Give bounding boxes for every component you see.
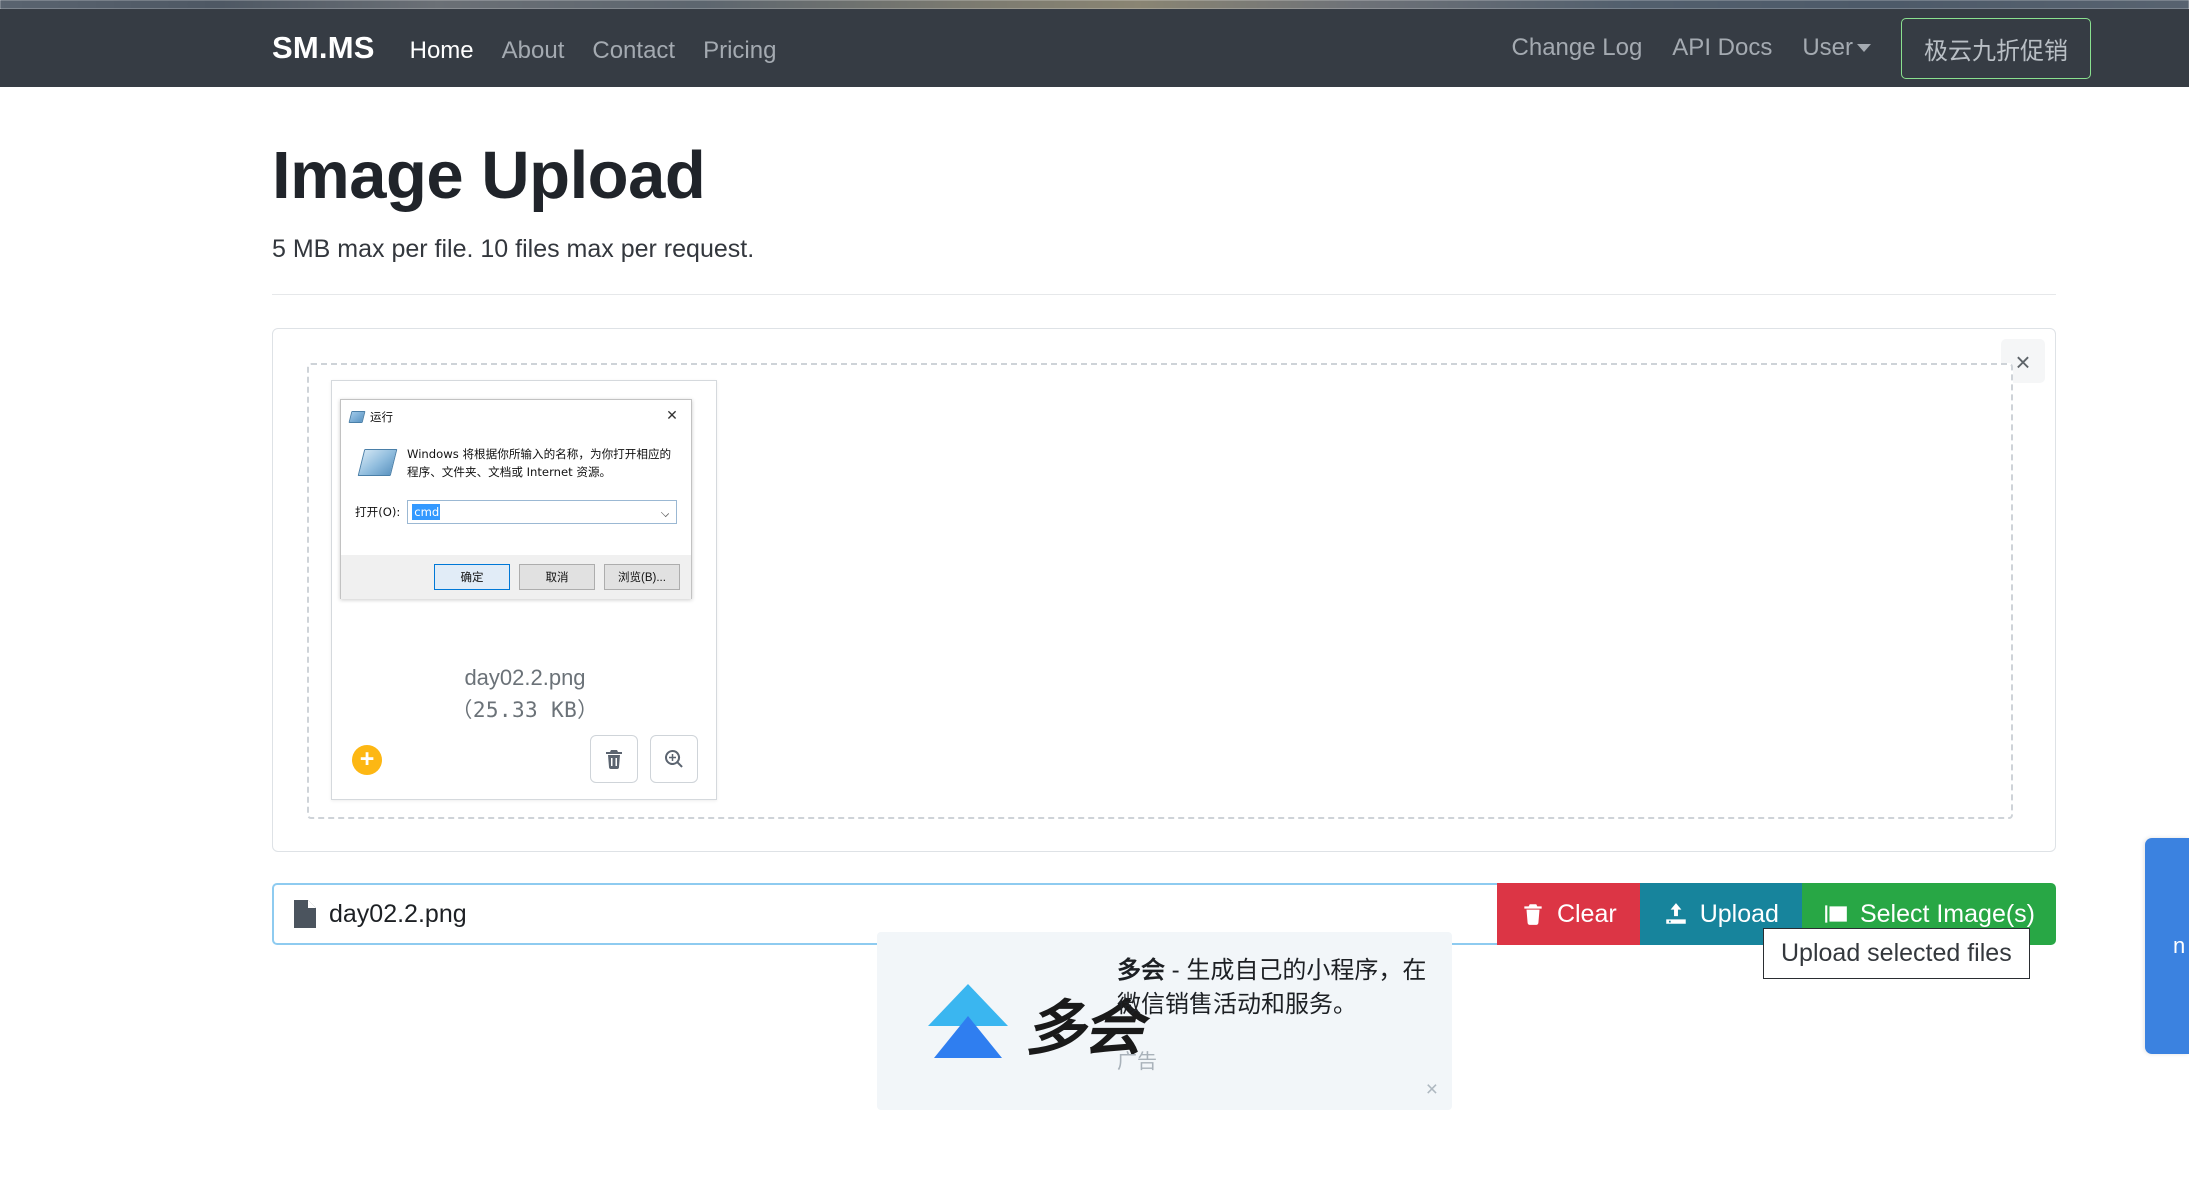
run-app-icon xyxy=(348,410,366,423)
dialog-message: Windows 将根据你所输入的名称，为你打开相应的程序、文件夹、文档或 Int… xyxy=(407,447,672,479)
image-icon xyxy=(1825,905,1847,923)
dialog-ok-button: 确定 xyxy=(434,564,510,590)
nav-user-label: User xyxy=(1802,34,1853,61)
dialog-browse-button: 浏览(B)... xyxy=(604,564,680,590)
page-subtitle: 5 MB max per file. 10 files max per requ… xyxy=(272,235,755,263)
dialog-open-row: 打开(O): cmd xyxy=(355,499,677,524)
dialog-open-label: 打开(O): xyxy=(355,504,401,519)
dropzone[interactable]: 运行 ✕ Windows 将根据你所输入的名称，为你打开相应的程序、文件夹、文档… xyxy=(307,363,2013,819)
upload-icon xyxy=(1665,903,1686,924)
trash-icon xyxy=(606,750,622,769)
nav-link-home[interactable]: Home xyxy=(410,37,474,65)
nav-link-about[interactable]: About xyxy=(502,37,565,65)
ad-brand: 多会 xyxy=(1117,957,1165,984)
dialog-open-value: cmd xyxy=(412,503,441,520)
ad-close-icon[interactable]: × xyxy=(1426,1078,1438,1102)
thumbnail-file-name: day02.2.png xyxy=(464,665,586,690)
nav-link-contact[interactable]: Contact xyxy=(592,37,675,65)
thumbnail-card[interactable]: 运行 ✕ Windows 将根据你所输入的名称，为你打开相应的程序、文件夹、文档… xyxy=(331,380,717,800)
side-tab[interactable]: n xyxy=(2145,838,2189,1054)
chevron-down-icon xyxy=(1857,44,1871,52)
nav-link-change-log[interactable]: Change Log xyxy=(1512,34,1643,62)
duohui-logo-icon xyxy=(928,984,1008,1058)
ad-label: 广告 xyxy=(1117,1051,1157,1073)
upload-button-label: Upload xyxy=(1699,899,1779,928)
dialog-close-icon: ✕ xyxy=(666,408,678,424)
dialog-cancel-button: 取消 xyxy=(519,564,595,590)
browser-top-strip xyxy=(0,0,2189,9)
page-title: Image Upload xyxy=(272,138,706,213)
delete-file-button[interactable] xyxy=(590,735,638,783)
dialog-open-combobox: cmd xyxy=(407,499,677,524)
promo-button[interactable]: 极云九折促销 xyxy=(1901,17,2091,79)
thumbnail-file-size: （25.33 KB） xyxy=(451,698,599,722)
divider xyxy=(272,294,2056,295)
navbar-right-group: Change Log API Docs User 极云九折促销 xyxy=(1512,17,2091,79)
nav-link-pricing[interactable]: Pricing xyxy=(703,37,776,65)
advertisement-box[interactable]: 多会 多会 - 生成自己的小程序，在微信销售活动和服务。 广告 × xyxy=(877,932,1452,1110)
preview-file-button[interactable] xyxy=(650,735,698,783)
upload-panel: × 运行 ✕ Windows 将根据你所输入的名称，为你打开相应的程序、文件夹、… xyxy=(272,328,2056,852)
dialog-title: 运行 xyxy=(370,409,393,424)
ad-text: 多会 - 生成自己的小程序，在微信销售活动和服务。 xyxy=(1117,954,1435,1022)
thumbnail-actions xyxy=(590,735,698,783)
zoom-in-icon xyxy=(664,749,683,768)
navbar: SM.MS Home About Contact Pricing Change … xyxy=(0,9,2189,87)
dialog-message-row: Windows 将根据你所输入的名称，为你打开相应的程序、文件夹、文档或 Int… xyxy=(355,446,677,482)
brand-logo[interactable]: SM.MS xyxy=(272,30,375,66)
trash-icon xyxy=(1524,904,1542,925)
nav-link-api-docs[interactable]: API Docs xyxy=(1672,34,1772,62)
nav-dropdown-user[interactable]: User xyxy=(1802,34,1871,62)
clear-button-label: Clear xyxy=(1556,899,1617,928)
dialog-body: Windows 将根据你所输入的名称，为你打开相应的程序、文件夹、文档或 Int… xyxy=(341,433,691,555)
add-file-badge-icon[interactable]: + xyxy=(352,745,382,775)
main-container: Image Upload 5 MB max per file. 10 files… xyxy=(272,87,2056,945)
ad-separator: - xyxy=(1165,957,1187,984)
selected-file-name: day02.2.png xyxy=(329,899,467,928)
clear-button[interactable]: Clear xyxy=(1496,883,1640,945)
navbar-left-group: SM.MS Home About Contact Pricing xyxy=(272,30,804,66)
run-large-icon xyxy=(357,449,398,476)
file-icon xyxy=(294,900,316,928)
chevron-down-icon xyxy=(660,508,670,518)
dialog-titlebar: 运行 ✕ xyxy=(341,400,691,433)
preview-windows-run-dialog: 运行 ✕ Windows 将根据你所输入的名称，为你打开相应的程序、文件夹、文档… xyxy=(340,399,692,599)
upload-tooltip: Upload selected files xyxy=(1763,928,2030,979)
dialog-footer: 确定 取消 浏览(B)... xyxy=(341,555,691,599)
side-tab-label: n xyxy=(2173,933,2186,958)
select-images-button-label: Select Image(s) xyxy=(1859,899,2035,928)
